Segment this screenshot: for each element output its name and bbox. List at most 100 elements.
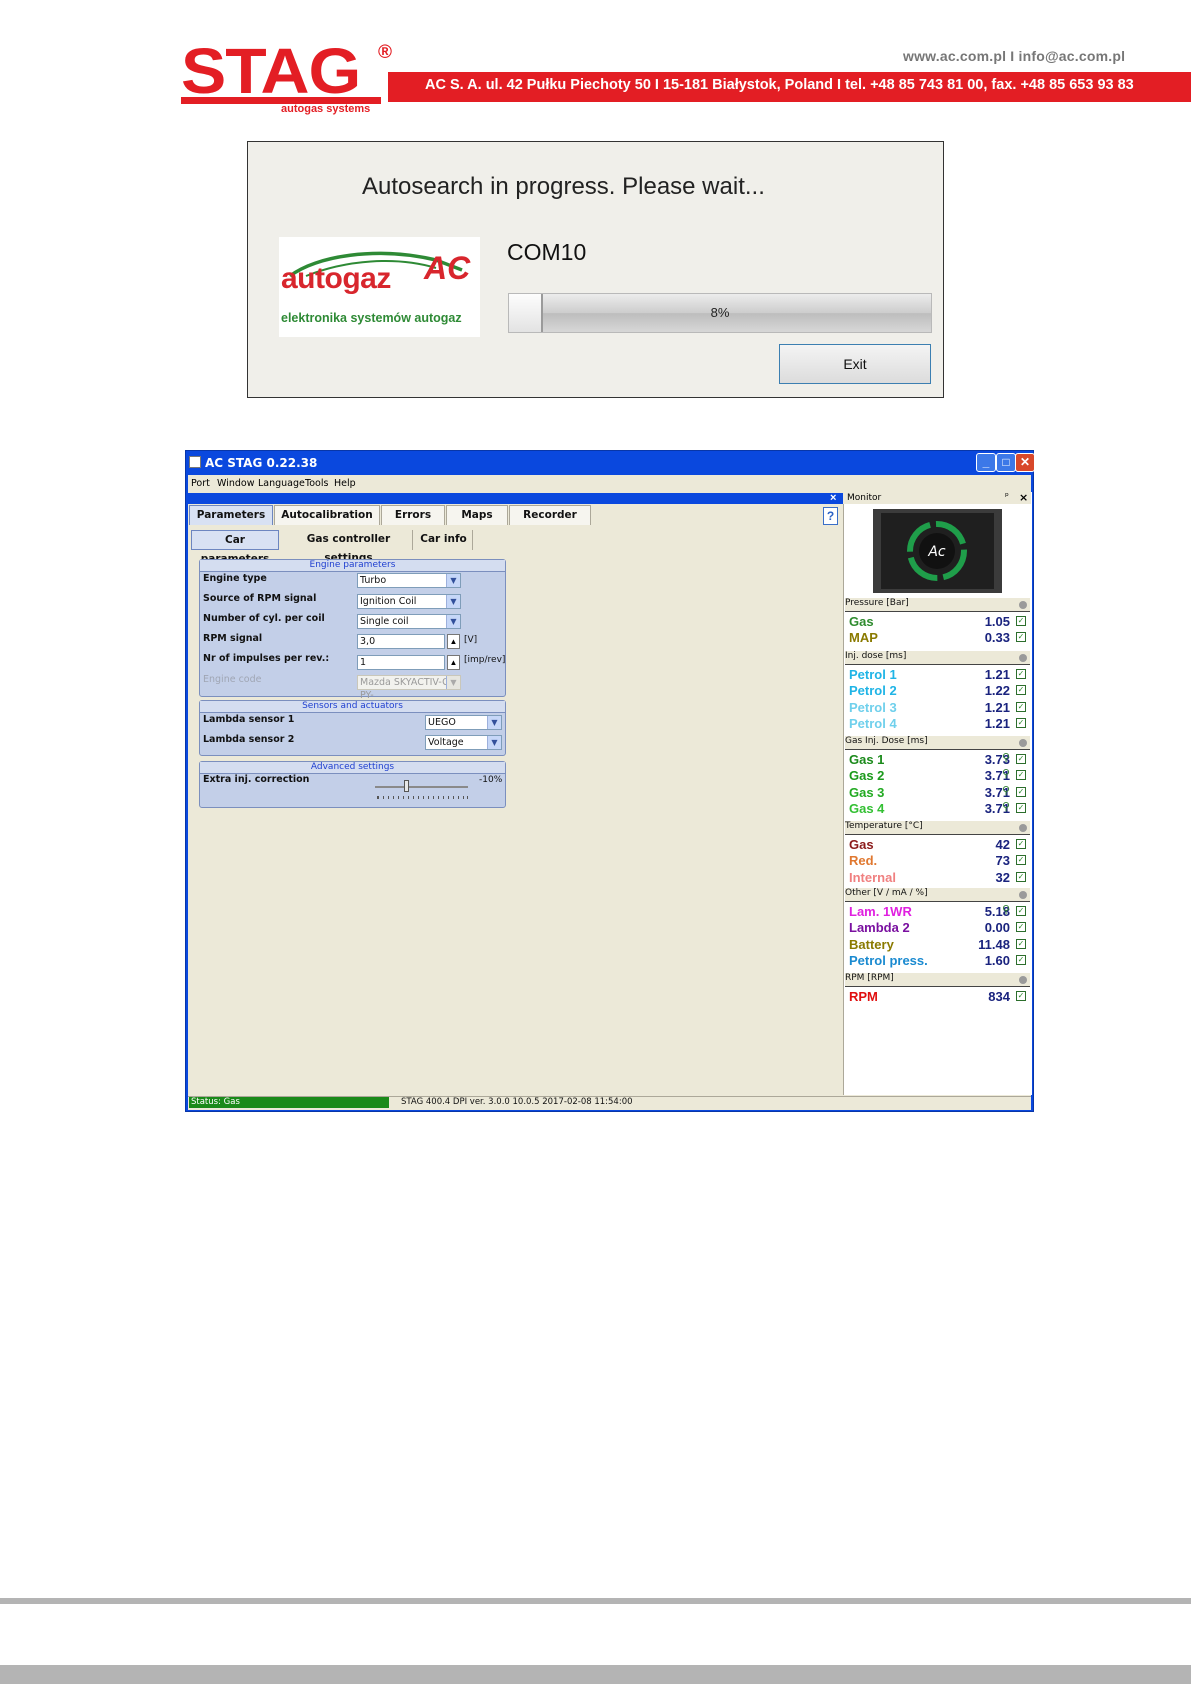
collapse-icon[interactable]: [1019, 654, 1027, 662]
monitor-value-name: Gas 3: [849, 784, 885, 800]
monitor-value-name: Internal: [849, 869, 896, 885]
monitor-checkbox[interactable]: ✓: [1016, 701, 1026, 712]
tab-parameters[interactable]: Parameters: [189, 505, 273, 525]
rpm-source-label: Source of RPM signal: [203, 593, 317, 604]
monitor-checkbox[interactable]: ✓: [1016, 669, 1026, 679]
monitor-section-title[interactable]: Other [V / mA / %]: [845, 888, 1030, 901]
svg-text:Ac: Ac: [927, 544, 946, 560]
window-title: AC STAG 0.22.38: [205, 456, 318, 470]
monitor-checkbox[interactable]: ✓: [1016, 839, 1026, 849]
slider-thumb[interactable]: [404, 780, 409, 792]
monitor-value: 0.00: [984, 920, 1010, 936]
subtab-gas-controller-settings[interactable]: Gas controller settings: [285, 530, 413, 564]
lambda-1-select[interactable]: UEGO ▼: [425, 715, 502, 730]
monitor-checkbox[interactable]: ✓: [1016, 938, 1026, 949]
monitor-checkbox[interactable]: ✓: [1016, 685, 1026, 696]
monitor-checkbox[interactable]: ✓: [1016, 770, 1026, 781]
slider-ticks: [377, 796, 468, 799]
monitor-checkbox[interactable]: ✓: [1016, 954, 1026, 965]
pin-icon[interactable]: ᵖ: [1005, 492, 1009, 502]
exit-button[interactable]: Exit: [779, 344, 931, 384]
extra-inj-correction-value: -10%: [479, 775, 503, 785]
monitor-value: 42: [995, 837, 1010, 852]
monitor-value: 1.60: [984, 952, 1010, 968]
tab-autocalibration[interactable]: Autocalibration: [274, 505, 380, 525]
registered-mark: ®: [378, 42, 392, 63]
help-icon[interactable]: ?: [823, 507, 838, 525]
key-icon: ⚲: [1002, 904, 1011, 916]
subtab-car-info[interactable]: Car info: [415, 530, 473, 550]
extra-inj-correction-label: Extra inj. correction: [203, 774, 310, 785]
monitor-value: 11.48: [978, 936, 1010, 952]
collapse-icon[interactable]: [1019, 739, 1027, 747]
collapse-icon[interactable]: [1019, 976, 1027, 984]
impulses-input[interactable]: 1: [357, 655, 445, 670]
section-divider: [845, 986, 1030, 987]
rpm-signal-input[interactable]: 3,0: [357, 634, 445, 649]
lambda-2-select[interactable]: Voltage ▼: [425, 735, 502, 750]
monitor-section-title[interactable]: Temperature [°C]: [845, 821, 1030, 834]
collapse-icon[interactable]: [1019, 891, 1027, 899]
close-monitor-icon[interactable]: ×: [1019, 491, 1028, 504]
progress-bar: 8%: [508, 293, 932, 333]
contact-web: www.ac.com.pl I info@ac.com.pl: [903, 48, 1126, 64]
cyl-per-coil-select[interactable]: Single coil ▼: [357, 614, 461, 629]
monitor-checkbox[interactable]: ✓: [1016, 754, 1026, 764]
menu-help[interactable]: Help: [334, 478, 356, 489]
monitor-checkbox[interactable]: ✓: [1016, 786, 1026, 797]
port-label: COM10: [507, 239, 587, 265]
cyl-per-coil-label: Number of cyl. per coil: [203, 613, 325, 624]
monitor-checkbox[interactable]: ✓: [1016, 906, 1026, 916]
logo-subtitle: autogas systems: [281, 103, 371, 115]
close-panel-icon[interactable]: ×: [830, 492, 836, 504]
engine-code-select: Mazda SKYACTIV-G PY- ▼: [357, 675, 461, 701]
monitor-value-name: Battery: [849, 936, 894, 952]
brand-subtitle: elektronika systemów autogaz: [281, 311, 462, 325]
monitor-value-name: Petrol 1: [849, 667, 897, 682]
menu-port[interactable]: Port: [191, 478, 210, 489]
spinner-icon[interactable]: ▲: [447, 634, 460, 649]
monitor-section-title[interactable]: Inj. dose [ms]: [845, 651, 1030, 664]
tab-recorder[interactable]: Recorder: [509, 505, 591, 525]
monitor-checkbox[interactable]: ✓: [1016, 717, 1026, 728]
monitor-section-title[interactable]: Pressure [Bar]: [845, 598, 1030, 611]
monitor-checkbox[interactable]: ✓: [1016, 855, 1026, 866]
section-divider: [845, 611, 1030, 612]
monitor-section-title[interactable]: Gas Inj. Dose [ms]: [845, 736, 1030, 749]
close-icon[interactable]: ✕: [1015, 453, 1035, 472]
rpm-source-select[interactable]: Ignition Coil ▼: [357, 594, 461, 609]
key-icon: ⚲: [1002, 752, 1011, 764]
chevron-down-icon: ▼: [446, 574, 460, 587]
monitor-checkbox[interactable]: ✓: [1016, 922, 1026, 933]
tab-maps[interactable]: Maps: [446, 505, 508, 525]
monitor-value: 1.21: [984, 715, 1010, 731]
ac-controller-icon: Ac: [873, 509, 1002, 593]
tab-errors[interactable]: Errors: [381, 505, 445, 525]
monitor-value-name: Gas 2: [849, 768, 885, 784]
maximize-icon[interactable]: □: [996, 453, 1016, 472]
monitor-value: 0.33: [984, 630, 1010, 646]
engine-type-select[interactable]: Turbo ▼: [357, 573, 461, 588]
monitor-checkbox[interactable]: ✓: [1016, 802, 1026, 813]
monitor-value-name: Gas 4: [849, 800, 885, 816]
menu-language[interactable]: Language: [258, 478, 305, 489]
brand-name: autogaz: [281, 262, 391, 295]
group-title: Engine parameters: [200, 560, 505, 572]
key-icon: ⚲: [1002, 800, 1011, 813]
monitor-checkbox[interactable]: ✓: [1016, 871, 1026, 882]
dialog-title: Autosearch in progress. Please wait...: [362, 173, 765, 200]
monitor-checkbox[interactable]: ✓: [1016, 616, 1026, 626]
menu-window[interactable]: Window: [217, 478, 254, 489]
spinner-icon[interactable]: ▲: [447, 655, 460, 670]
collapse-icon[interactable]: [1019, 824, 1027, 832]
monitor-value: 1.21: [984, 667, 1010, 682]
collapse-icon[interactable]: [1019, 601, 1027, 609]
monitor-checkbox[interactable]: ✓: [1016, 632, 1026, 643]
menu-tools[interactable]: Tools: [305, 478, 328, 489]
subtab-car-parameters[interactable]: Car parameters: [191, 530, 279, 565]
monitor-section-title[interactable]: RPM [RPM]: [845, 973, 1030, 986]
monitor-value-name: Petrol press.: [849, 952, 928, 968]
lambda-2-label: Lambda sensor 2: [203, 734, 295, 745]
monitor-checkbox[interactable]: ✓: [1016, 991, 1026, 1001]
minimize-icon[interactable]: _: [976, 453, 996, 472]
